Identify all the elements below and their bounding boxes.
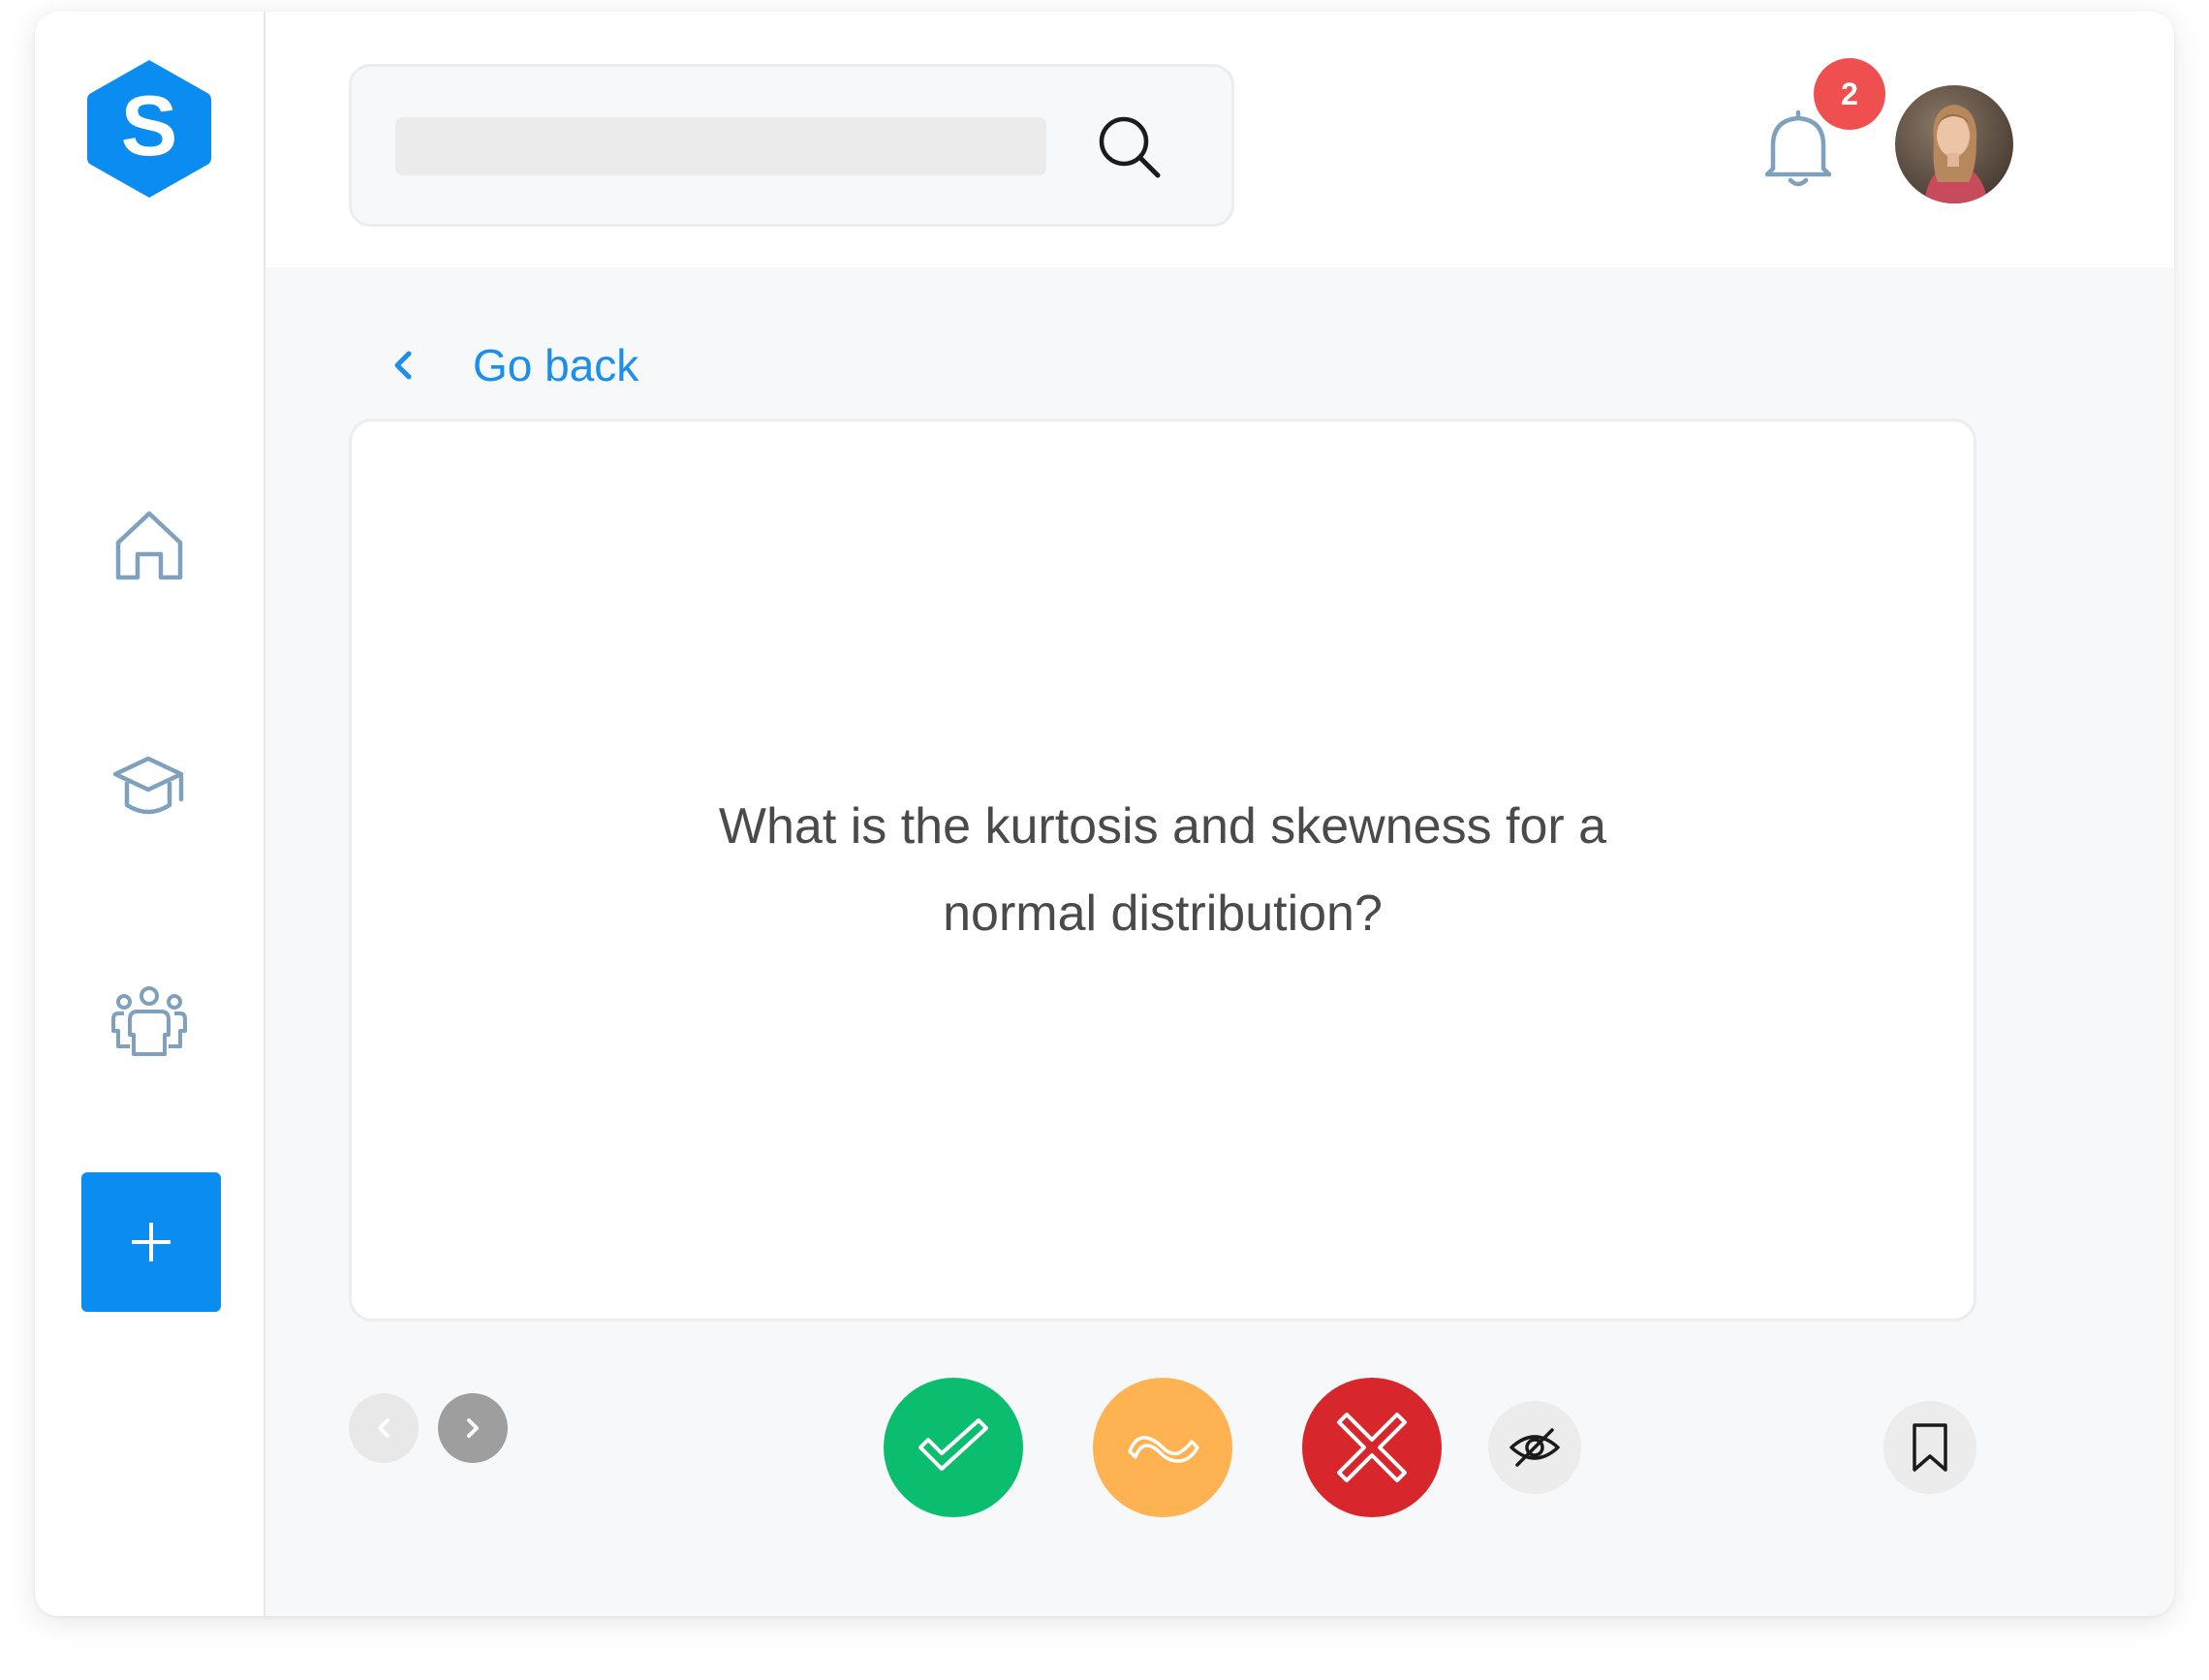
sidebar-item-home[interactable] (107, 502, 192, 587)
answer-correct-button[interactable] (884, 1378, 1023, 1517)
sidebar: S (35, 12, 265, 1616)
add-button[interactable] (81, 1172, 221, 1312)
bookmark-icon (1913, 1423, 1947, 1472)
chevron-right-icon (467, 1418, 479, 1438)
hide-card-button[interactable] (1488, 1401, 1581, 1494)
top-bar: 2 (265, 12, 2174, 267)
app-window: S 2 Go back What is the kurtosis and ske… (35, 12, 2174, 1616)
chevron-left-icon (378, 1418, 389, 1438)
logo-letter: S (121, 78, 178, 173)
search-button[interactable] (1096, 113, 1164, 181)
notification-count-badge: 2 (1814, 58, 1885, 130)
users-icon (111, 986, 187, 1056)
logo-hexagon-icon: S (87, 60, 211, 198)
graduation-cap-icon (112, 756, 184, 815)
search-icon (1099, 116, 1161, 178)
go-back-link[interactable]: Go back (364, 331, 638, 399)
bookmark-button[interactable] (1883, 1401, 1976, 1494)
x-icon (1337, 1413, 1407, 1482)
home-icon (115, 511, 183, 580)
check-icon (918, 1418, 988, 1471)
sidebar-item-courses[interactable] (107, 744, 192, 829)
eye-off-icon (1509, 1428, 1560, 1467)
wave-icon (1128, 1436, 1199, 1463)
answer-partial-button[interactable] (1093, 1378, 1232, 1517)
answer-incorrect-button[interactable] (1302, 1378, 1442, 1517)
sidebar-item-groups[interactable] (107, 979, 192, 1064)
user-avatar[interactable] (1895, 85, 2013, 203)
app-logo[interactable]: S (83, 56, 215, 202)
search-input[interactable] (395, 117, 1046, 175)
chevron-left-icon (394, 351, 412, 380)
flashcard-question: What is the kurtosis and skewness for a … (718, 798, 1607, 942)
go-back-label: Go back (473, 340, 639, 390)
plus-icon (132, 1223, 171, 1261)
flashcard[interactable]: What is the kurtosis and skewness for a … (349, 419, 1976, 1322)
avatar-image (1895, 85, 2013, 203)
next-card-button[interactable] (438, 1393, 508, 1463)
previous-card-button[interactable] (349, 1393, 419, 1463)
search-bar (349, 64, 1234, 227)
